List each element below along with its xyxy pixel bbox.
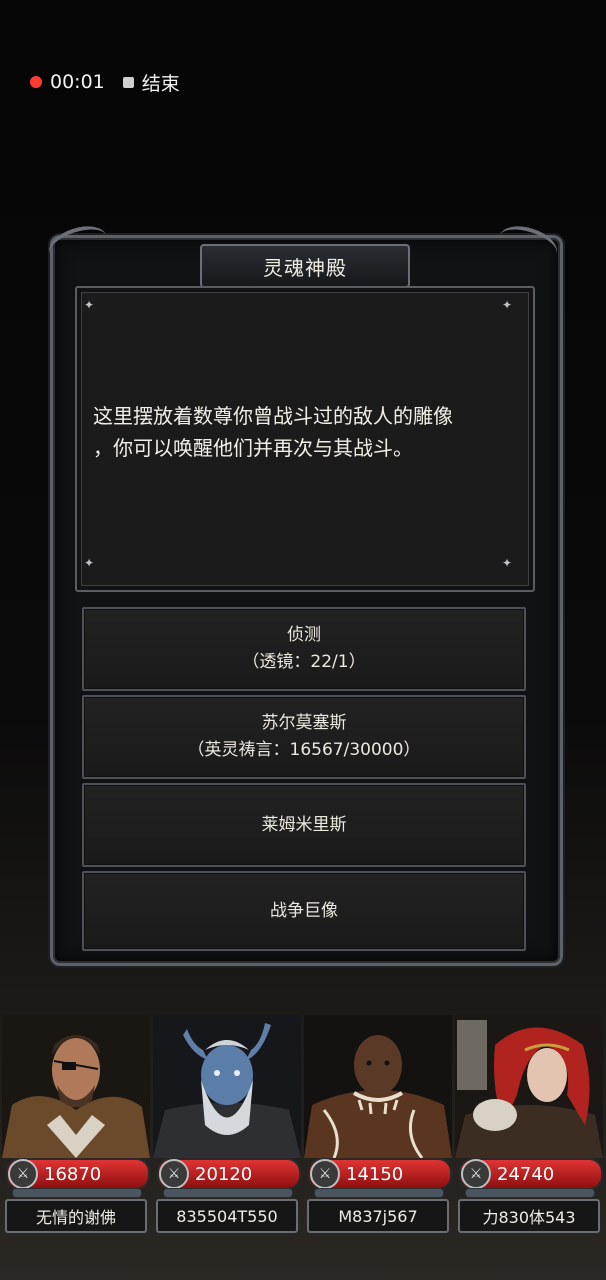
hero-hp-value: 14150: [346, 1163, 404, 1185]
hero-energy-bar: [465, 1188, 595, 1198]
option-cost: （英灵祷言：16567/30000）: [187, 740, 421, 760]
hero-hp-bar: ⚔ 16870: [6, 1158, 150, 1190]
description-line-2: ，你可以唤醒他们并再次与其战斗。: [93, 436, 413, 460]
option-label: 莱姆米里斯: [261, 814, 347, 835]
hero-name: M837j567: [307, 1199, 449, 1233]
stop-icon[interactable]: [122, 76, 134, 88]
hero-hp-bar: ⚔ 20120: [157, 1158, 301, 1190]
sword-icon: ⚔: [159, 1159, 189, 1189]
corner-star-icon: ✦: [502, 556, 513, 570]
corner-star-icon: ✦: [84, 556, 95, 570]
corner-star-icon: ✦: [502, 298, 513, 312]
hero-portrait-pirate: [2, 1015, 150, 1158]
option-label: 侦测: [287, 625, 321, 645]
hero-portrait-warrior: [304, 1015, 452, 1158]
hero-card[interactable]: ⚔ 20120 835504T550: [153, 1015, 301, 1235]
sword-icon: ⚔: [310, 1159, 340, 1189]
hero-name: 835504T550: [156, 1199, 298, 1233]
option-lemmiris-button[interactable]: 莱姆米里斯: [82, 783, 526, 867]
option-label: 战争巨像: [270, 900, 338, 921]
sword-icon: ⚔: [8, 1159, 38, 1189]
record-dot-icon: [30, 76, 42, 88]
hero-name: 无情的谢佛: [5, 1199, 147, 1233]
hero-hp-value: 24740: [497, 1163, 555, 1185]
description-text: 这里摆放着数尊你曾战斗过的敌人的雕像 ，你可以唤醒他们并再次与其战斗。: [93, 400, 523, 464]
hero-hp-bar: ⚔ 24740: [459, 1158, 603, 1190]
option-detect-button[interactable]: 侦测 （透镜：22/1）: [82, 607, 526, 691]
hero-card[interactable]: ⚔ 24740 力830体543: [455, 1015, 603, 1235]
hero-card[interactable]: ⚔ 14150 M837j567: [304, 1015, 452, 1235]
hero-energy-bar: [314, 1188, 444, 1198]
recording-time: 00:01: [50, 71, 105, 93]
hero-portrait-red-haired-warrior: [455, 1015, 603, 1158]
hero-hp-value: 16870: [44, 1163, 102, 1185]
description-line-1: 这里摆放着数尊你曾战斗过的敌人的雕像: [93, 404, 453, 428]
option-cost: （透镜：22/1）: [242, 652, 366, 672]
hero-card[interactable]: ⚔ 16870 无情的谢佛: [2, 1015, 150, 1235]
option-sulmoses-button[interactable]: 苏尔莫塞斯 （英灵祷言：16567/30000）: [82, 695, 526, 779]
hero-hp-bar: ⚔ 14150: [308, 1158, 452, 1190]
recording-indicator: 00:01 结束: [30, 69, 180, 96]
hero-energy-bar: [163, 1188, 293, 1198]
dialog-title: 灵魂神殿: [200, 244, 410, 288]
corner-star-icon: ✦: [84, 298, 95, 312]
hero-name: 力830体543: [458, 1199, 600, 1233]
hero-hp-value: 20120: [195, 1163, 253, 1185]
option-label: 苏尔莫塞斯: [261, 713, 347, 733]
sword-icon: ⚔: [461, 1159, 491, 1189]
option-war-colossus-button[interactable]: 战争巨像: [82, 871, 526, 951]
stop-recording-button[interactable]: 结束: [142, 69, 180, 96]
hero-portrait-frost-giant: [153, 1015, 301, 1158]
hero-energy-bar: [12, 1188, 142, 1198]
